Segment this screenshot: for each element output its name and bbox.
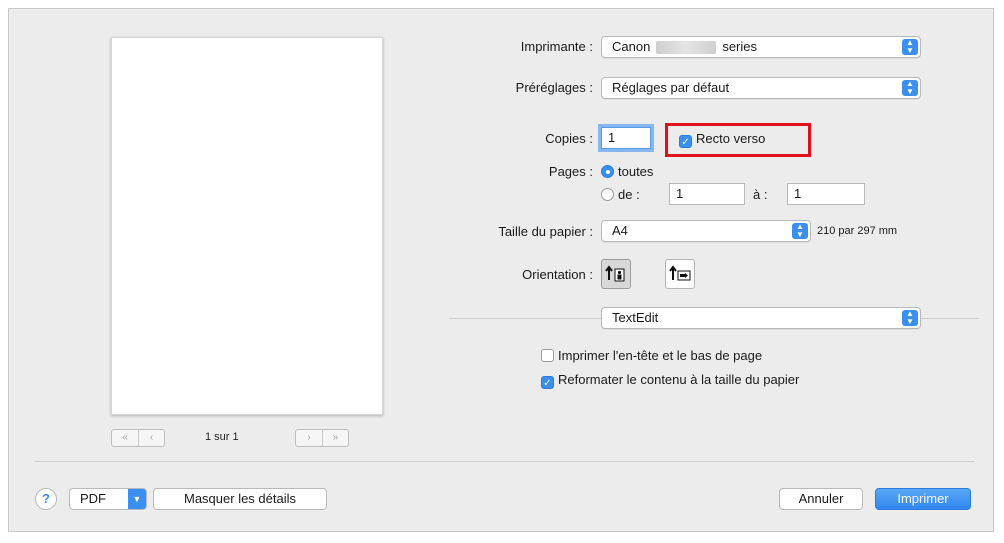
updown-arrows-icon: ▲ ▼ [902, 310, 918, 326]
footer-divider [35, 461, 975, 462]
option-rewrap-checkbox[interactable]: ✓ Reformater le contenu à la taille du pa… [541, 372, 799, 389]
pages-range-radio[interactable]: de : [601, 187, 640, 202]
copies-label: Copies : [545, 131, 593, 146]
copies-value: 1 [608, 130, 616, 145]
orientation-label: Orientation : [522, 267, 593, 282]
previous-page-button[interactable]: ‹ [138, 430, 164, 446]
copies-input[interactable]: 1 [601, 127, 651, 149]
landscape-orientation-icon [669, 265, 691, 281]
hide-details-button[interactable]: Masquer les détails [153, 488, 327, 510]
hide-details-label: Masquer les détails [184, 491, 296, 506]
redacted-model [656, 41, 717, 55]
paper-size-select[interactable]: A4 ▲ ▼ [601, 220, 811, 242]
app-section-value: TextEdit [612, 310, 659, 325]
radio-selected-icon [601, 165, 614, 178]
pdf-menu-button[interactable]: PDF ▼ [69, 488, 147, 510]
printer-label: Imprimante : [520, 39, 593, 54]
next-page-button[interactable]: › [296, 430, 322, 446]
paper-dimensions: 210 par 297 mm [817, 225, 898, 237]
help-icon: ? [42, 491, 50, 506]
orientation-landscape-button[interactable] [665, 259, 695, 289]
checkbox-unchecked-icon [541, 349, 554, 362]
page-indicator: 1 sur 1 [205, 431, 239, 443]
cancel-button[interactable]: Annuler [779, 488, 863, 510]
pages-from-value: 1 [676, 186, 684, 201]
option-header-footer-checkbox[interactable]: Imprimer l'en-tête et le bas de page [541, 348, 762, 363]
print-preview [111, 37, 383, 415]
pager-forward-group: › » [295, 429, 349, 447]
pages-all-radio[interactable]: toutes [601, 164, 653, 179]
updown-arrows-icon: ▲ ▼ [902, 39, 918, 55]
checkmark-icon: ✓ [679, 135, 692, 148]
printer-name-prefix: Canon [612, 39, 651, 54]
printer-name-suffix: series [722, 39, 757, 54]
presets-value: Réglages par défaut [612, 80, 730, 95]
presets-select[interactable]: Réglages par défaut ▲ ▼ [601, 77, 921, 99]
presets-label: Préréglages : [515, 80, 593, 95]
last-page-button[interactable]: » [322, 430, 348, 446]
radio-unselected-icon [601, 188, 614, 201]
pages-to-input[interactable]: 1 [787, 183, 865, 205]
pages-to-label: à : [753, 187, 768, 202]
option-rewrap-label: Reformater le contenu à la taille du pap… [558, 372, 800, 387]
updown-arrows-icon: ▲ ▼ [902, 80, 918, 96]
pages-range-label: de : [618, 187, 640, 202]
print-label: Imprimer [897, 491, 949, 506]
first-page-button[interactable]: « [112, 430, 138, 446]
pdf-label: PDF [80, 491, 106, 506]
duplex-label: Recto verso [696, 131, 766, 146]
duplex-checkbox[interactable]: ✓ Recto verso [679, 131, 765, 148]
paper-size-value: A4 [612, 223, 628, 238]
pages-to-value: 1 [794, 186, 802, 201]
portrait-orientation-icon [605, 265, 625, 282]
chevron-down-icon: ▼ [128, 489, 146, 509]
help-button[interactable]: ? [35, 488, 57, 510]
cancel-label: Annuler [798, 491, 844, 506]
printer-select[interactable]: Canon series ▲ ▼ [601, 36, 921, 58]
print-button[interactable]: Imprimer [875, 488, 971, 510]
pages-all-label: toutes [618, 164, 654, 179]
option-header-footer-label: Imprimer l'en-tête et le bas de page [558, 348, 763, 363]
paper-size-label: Taille du papier : [498, 224, 593, 239]
pager-back-group: « ‹ [111, 429, 165, 447]
pages-from-input[interactable]: 1 [669, 183, 745, 205]
app-section-select[interactable]: TextEdit ▲ ▼ [601, 307, 921, 329]
print-dialog: « ‹ 1 sur 1 › » Imprimante : Canon series… [8, 8, 994, 532]
orientation-portrait-button[interactable] [601, 259, 631, 289]
updown-arrows-icon: ▲ ▼ [792, 223, 808, 239]
checkmark-icon: ✓ [541, 376, 554, 389]
pages-label: Pages : [548, 164, 593, 179]
